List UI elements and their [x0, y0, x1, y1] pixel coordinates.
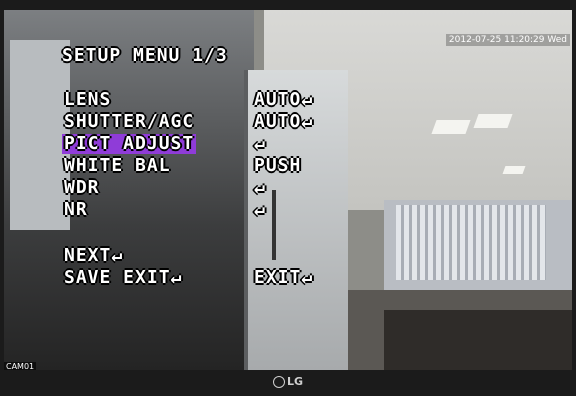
menu-item-shutter-agc-label[interactable]: SHUTTER/AGC	[64, 112, 194, 132]
ceiling-light	[502, 166, 526, 174]
menu-item-lens-label[interactable]: LENS	[64, 90, 111, 110]
lg-logo-icon	[272, 376, 285, 388]
left-window	[10, 40, 70, 230]
menu-item-nr-value[interactable]: ↵	[254, 200, 266, 220]
menu-item-pict-adjust-value[interactable]: ↵	[254, 134, 266, 154]
menu-title: SETUP MENU 1/3	[62, 45, 228, 66]
door-handle	[272, 190, 276, 260]
menu-item-nr-label[interactable]: NR	[64, 200, 88, 220]
menu-item-exit-value[interactable]: EXIT↵	[254, 268, 313, 288]
window-blinds	[396, 205, 546, 280]
camera-screen: 2012-07-25 11:20:29 Wed SETUP MENU 1/3 L…	[4, 10, 572, 370]
menu-item-pict-adjust-label[interactable]: PICT ADJUST	[62, 134, 197, 154]
menu-item-shutter-agc-value[interactable]: AUTO↵	[254, 112, 313, 132]
menu-item-wdr-label[interactable]: WDR	[64, 178, 100, 198]
menu-item-save-exit[interactable]: SAVE EXIT↵	[64, 268, 182, 288]
office-desk	[384, 310, 572, 370]
menu-item-next[interactable]: NEXT↵	[64, 246, 123, 266]
lg-logo: LG	[272, 374, 304, 390]
menu-item-white-bal-value[interactable]: PUSH	[254, 156, 301, 176]
brand-name: LG	[286, 375, 304, 388]
camera-label: CAM01	[4, 362, 37, 370]
menu-item-lens-value[interactable]: AUTO↵	[254, 90, 313, 110]
menu-item-white-bal-label[interactable]: WHITE BAL	[64, 156, 171, 176]
menu-item-wdr-value[interactable]: ↵	[254, 178, 266, 198]
timestamp: 2012-07-25 11:20:29 Wed	[445, 34, 570, 46]
ceiling-light	[431, 120, 471, 134]
ceiling-light	[473, 114, 513, 128]
